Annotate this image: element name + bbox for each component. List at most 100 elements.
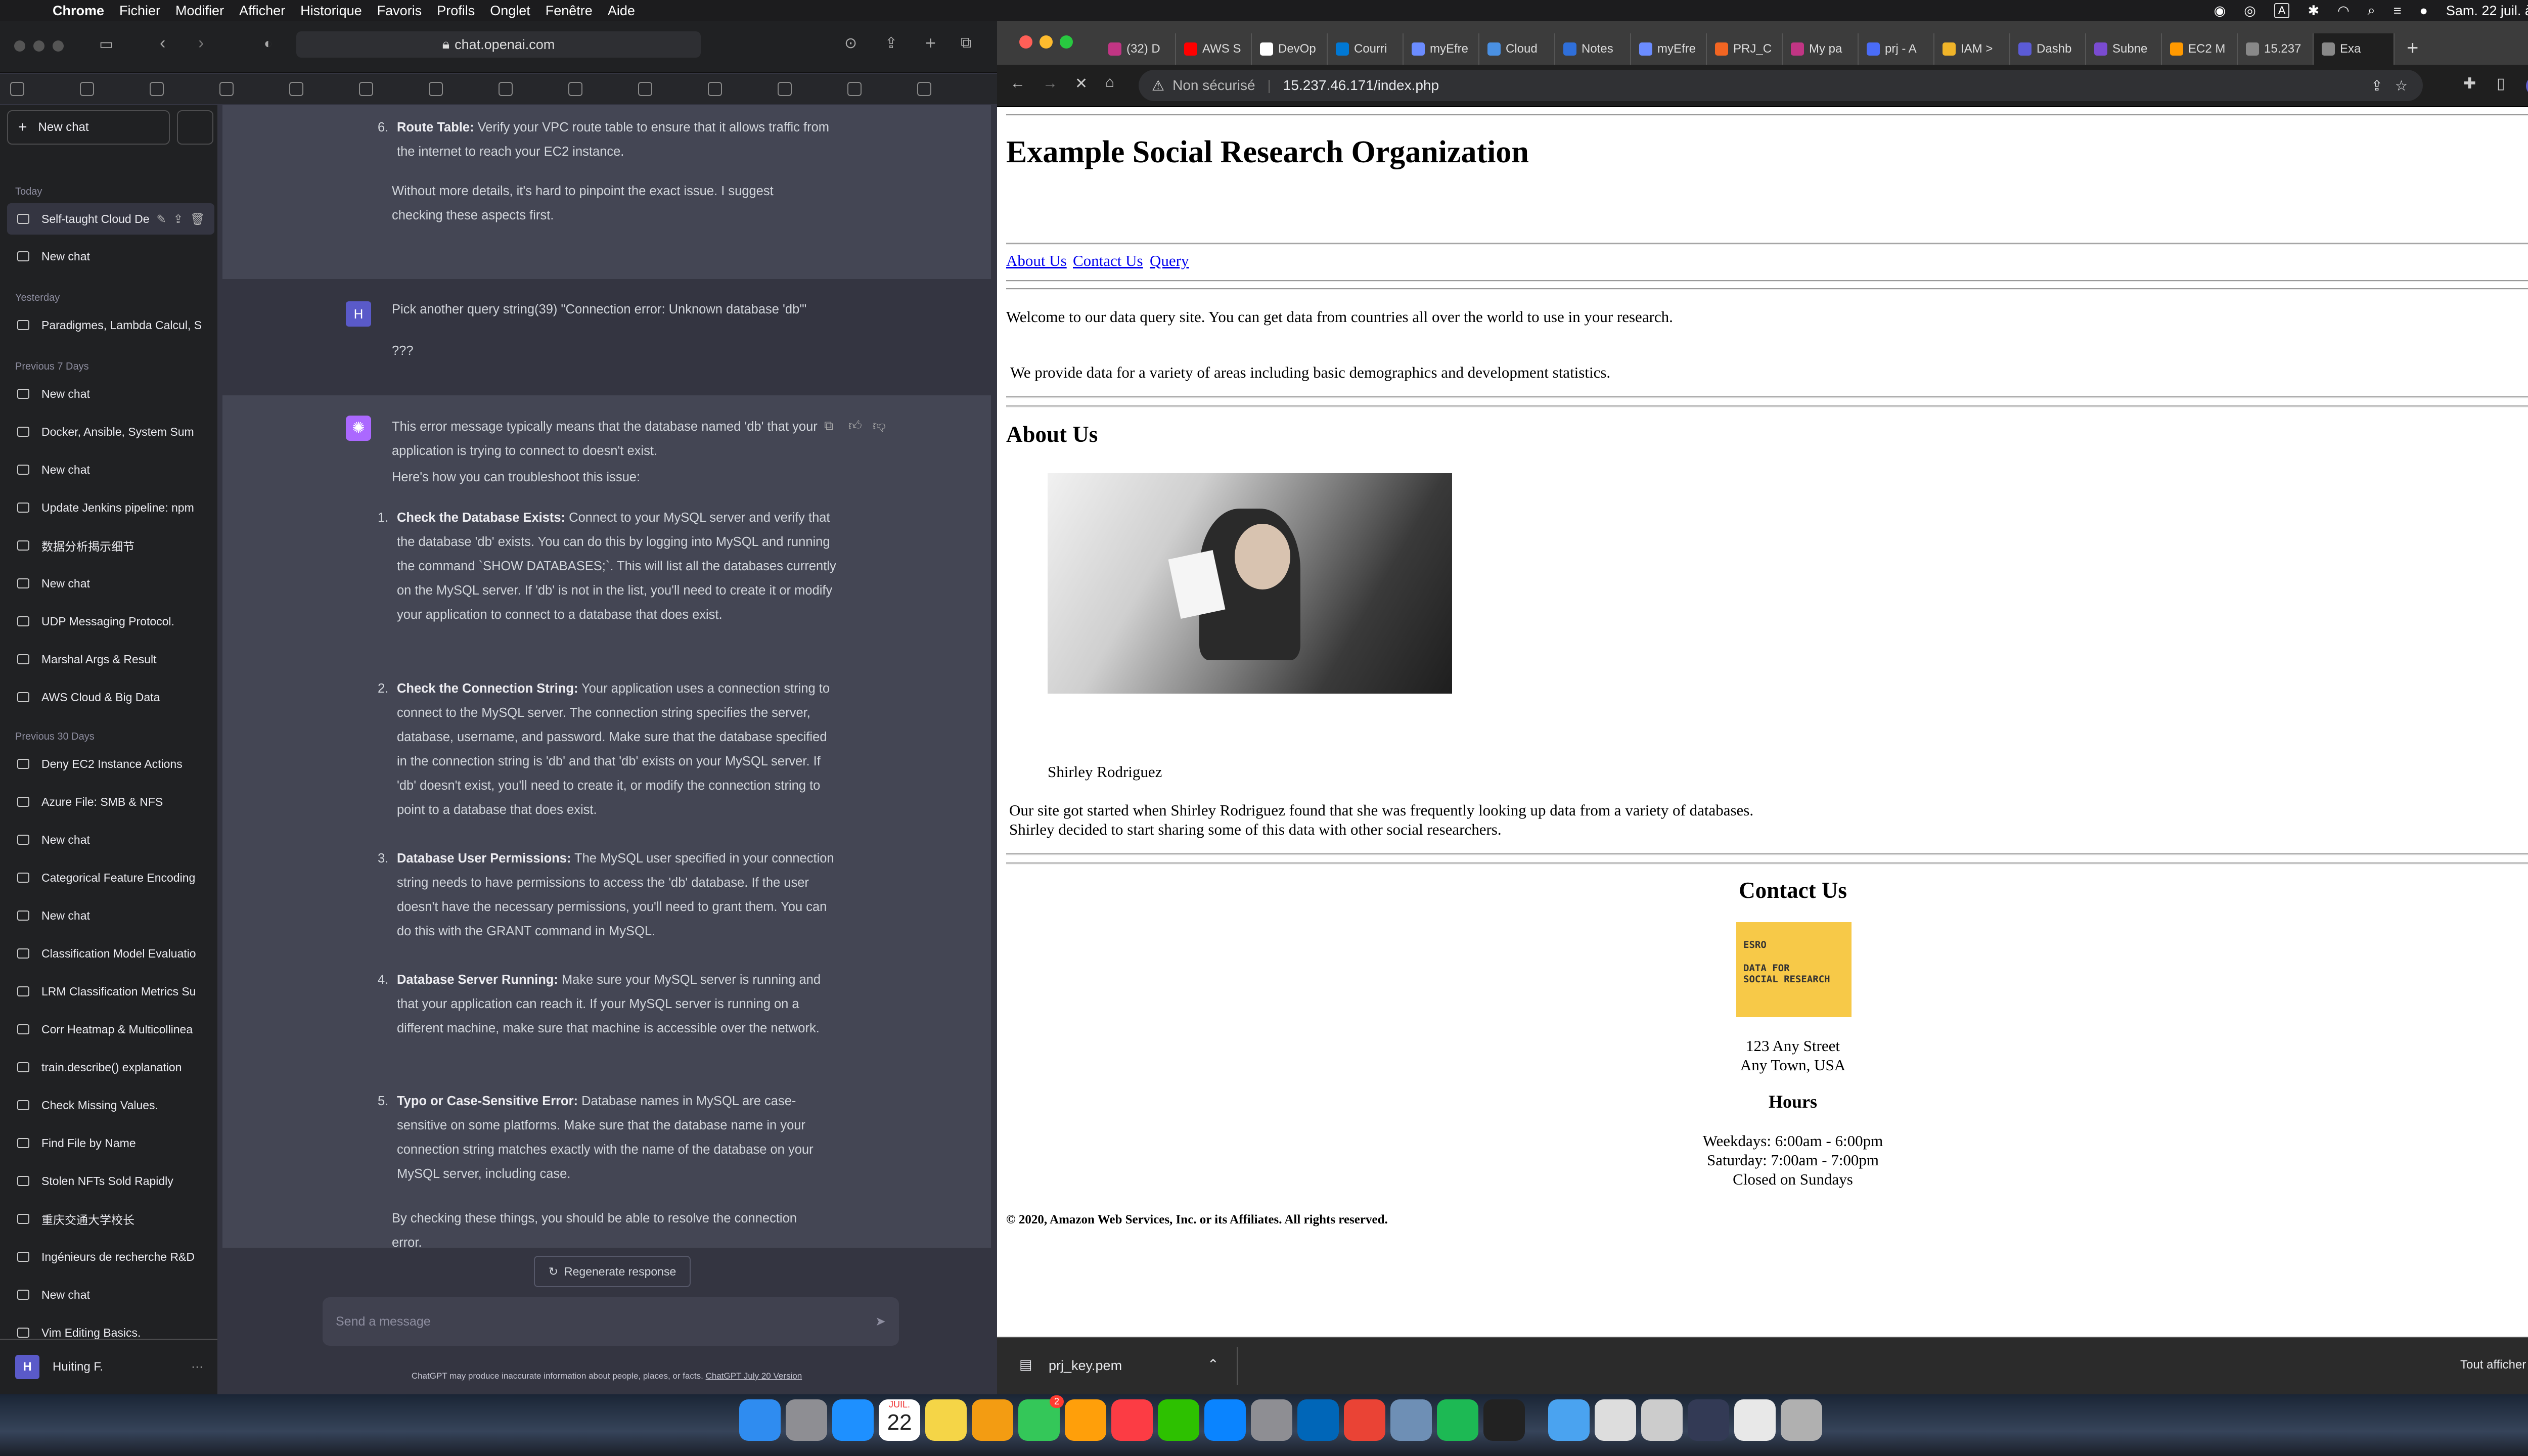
sidebar-chat-item[interactable]: New chat (7, 568, 214, 599)
record-status-icon[interactable]: ◎ (2244, 3, 2256, 19)
omnibox[interactable]: ⚠ Non sécurisé | 15.237.46.171/index.php… (1139, 70, 2423, 101)
calendar-icon[interactable]: JUIL. 22 (879, 1399, 920, 1441)
browser-tab[interactable]: DevOp (1252, 33, 1328, 65)
menu-onglet[interactable]: Onglet (490, 3, 530, 19)
notes-icon[interactable] (925, 1399, 967, 1441)
nav-link-contact-us[interactable]: Contact Us (1073, 252, 1143, 270)
menu-modifier[interactable]: Modifier (175, 3, 224, 19)
minimize-light-icon[interactable] (33, 40, 44, 52)
browser-tab[interactable]: Courri (1328, 33, 1404, 65)
browser-tab[interactable]: Notes (1555, 33, 1631, 65)
menu-aide[interactable]: Aide (608, 3, 635, 19)
forward-icon[interactable]: → (1043, 75, 1058, 92)
new-tab-icon[interactable]: + (925, 32, 936, 54)
tab-icon[interactable] (150, 82, 164, 96)
search-icon[interactable]: ⌕ (2368, 3, 2375, 19)
appstore-icon[interactable] (1204, 1399, 1246, 1441)
tab-icon[interactable] (80, 82, 94, 96)
back-icon[interactable]: ‹ (160, 33, 165, 53)
browser-tab[interactable]: (32) D (1100, 33, 1176, 65)
wechat-status-icon[interactable]: ◉ (2214, 3, 2226, 19)
tab-icon[interactable] (10, 82, 24, 96)
menubar-clock[interactable]: Sam. 22 juil. à 22:14 (2446, 3, 2528, 19)
share-icon[interactable]: ⇪ (2371, 77, 2382, 94)
browser-tab[interactable]: My pa (1783, 33, 1859, 65)
menu-favoris[interactable]: Favoris (377, 3, 422, 19)
forward-icon[interactable]: › (198, 33, 204, 53)
wechat-icon[interactable] (1158, 1399, 1199, 1441)
folder-icon[interactable] (1548, 1399, 1590, 1441)
version-link[interactable]: ChatGPT July 20 Version (706, 1371, 802, 1381)
regenerate-response-button[interactable]: ↻ Regenerate response (534, 1256, 691, 1287)
sidebar-chat-item[interactable]: New chat (7, 824, 214, 855)
sidebar-chat-item[interactable]: Check Missing Values. (7, 1089, 214, 1121)
settings-icon[interactable] (1251, 1399, 1292, 1441)
new-tab-icon[interactable]: + (2407, 37, 2418, 60)
back-icon[interactable]: ← (1010, 75, 1025, 92)
photos-icon[interactable] (972, 1399, 1013, 1441)
sidebar-chat-item[interactable]: Deny EC2 Instance Actions (7, 748, 214, 780)
browser-tab[interactable]: Cloud (1479, 33, 1555, 65)
tab-icon[interactable] (638, 82, 652, 96)
pages-icon[interactable] (1065, 1399, 1106, 1441)
tab-icon[interactable] (219, 82, 234, 96)
zoom-light-icon[interactable] (53, 40, 64, 52)
messages-icon[interactable]: 2 (1018, 1395, 1064, 1441)
sidebar-chat-item[interactable]: Find File by Name (7, 1127, 214, 1159)
sidebar-chat-item[interactable]: Marshal Args & Result (7, 644, 214, 675)
trash-icon[interactable]: 🗑︎ (190, 212, 205, 226)
tab-icon[interactable] (847, 82, 862, 96)
nav-link-query[interactable]: Query (1150, 252, 1189, 270)
thumbs-up-icon[interactable]: 👍︎ (848, 414, 862, 438)
download-filename[interactable]: prj_key.pem (1049, 1358, 1122, 1374)
terminal-icon[interactable] (1483, 1399, 1525, 1441)
browser-tab[interactable]: PRJ_C (1707, 33, 1783, 65)
sidebar-chat-item[interactable]: Corr Heatmap & Multicollinea (7, 1014, 214, 1045)
browser-tab[interactable]: Dashb (2010, 33, 2086, 65)
preview-icon[interactable] (1390, 1399, 1432, 1441)
menu-fichier[interactable]: Fichier (119, 3, 160, 19)
tab-icon[interactable] (917, 82, 931, 96)
sidebar-chat-item[interactable]: 数据分析揭示细节 (7, 530, 214, 561)
stop-loading-icon[interactable]: ✕ (1075, 75, 1088, 93)
close-light-icon[interactable] (1019, 35, 1032, 49)
document-icon[interactable] (1595, 1399, 1636, 1441)
sidebar-chat-item[interactable]: Classification Model Evaluatio (7, 938, 214, 969)
browser-tab[interactable]: myEfre (1631, 33, 1707, 65)
tab-icon[interactable] (359, 82, 373, 96)
sidebar-chat-item[interactable]: Categorical Feature Encoding (7, 862, 214, 893)
siri-icon[interactable]: ● (2420, 3, 2428, 19)
sidebar-chat-item[interactable]: LRM Classification Metrics Su (7, 976, 214, 1007)
trash-icon[interactable] (1781, 1399, 1822, 1441)
message-input[interactable]: Send a message ➤ (323, 1297, 899, 1346)
sidebar-chat-item[interactable]: Azure File: SMB & NFS (7, 786, 214, 817)
window-icon[interactable] (1688, 1399, 1729, 1441)
shield-icon[interactable]: ◐ (264, 35, 273, 52)
download-icon[interactable]: ⊙ (844, 34, 857, 52)
sidebar-chat-item[interactable]: AWS Cloud & Big Data (7, 681, 214, 713)
minimize-light-icon[interactable] (1040, 35, 1053, 49)
input-mode-indicator[interactable]: A (2274, 3, 2290, 18)
sidebar-chat-item[interactable]: New chat (7, 378, 214, 410)
thumbs-down-icon[interactable]: 👎︎ (873, 414, 886, 438)
sidebar-chat-item[interactable]: 重庆交通大学校长 (7, 1203, 214, 1235)
browser-tab[interactable]: IAM > (1934, 33, 2010, 65)
tab-overview-icon[interactable]: ⧉ (961, 34, 971, 52)
sidebar-chat-item[interactable]: New chat (7, 454, 214, 485)
sidebar-chat-item[interactable]: New chat (7, 241, 214, 272)
tab-icon[interactable] (499, 82, 513, 96)
safari-icon[interactable] (832, 1399, 874, 1441)
tab-icon[interactable] (289, 82, 303, 96)
browser-tab[interactable]: prj - A (1859, 33, 1934, 65)
share-icon[interactable]: ⇪ (885, 34, 897, 52)
bluetooth-icon[interactable]: ✱ (2308, 3, 2319, 19)
menu-profils[interactable]: Profils (437, 3, 475, 19)
tab-icon[interactable] (778, 82, 792, 96)
menu-app-name[interactable]: Chrome (53, 3, 104, 19)
more-options-icon[interactable]: ··· (191, 1360, 203, 1374)
send-icon[interactable]: ➤ (875, 1309, 886, 1334)
vscode-icon[interactable] (1297, 1399, 1339, 1441)
menu-historique[interactable]: Historique (300, 3, 362, 19)
tab-icon[interactable] (429, 82, 443, 96)
wifi-icon[interactable]: ◠ (2337, 3, 2350, 19)
